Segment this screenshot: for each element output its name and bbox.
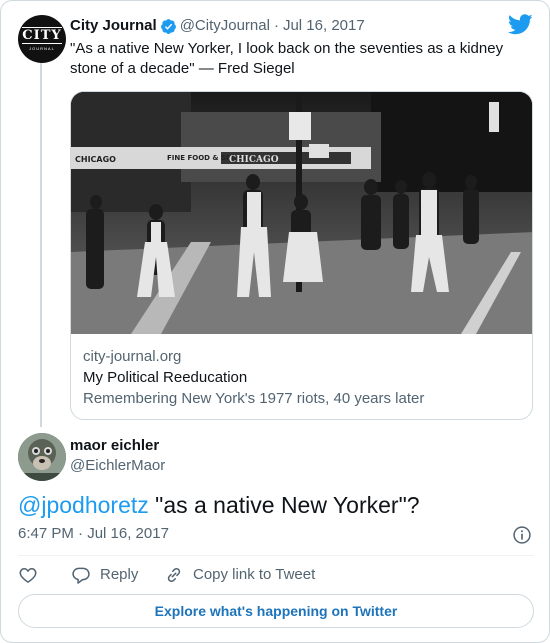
news-photo: CHICAGO FINE FOOD & SPIRITS CHICAGO	[71, 92, 532, 334]
author-handle[interactable]: @EichlerMaor	[70, 456, 165, 476]
tweet-body: "as a native New Yorker"?	[148, 492, 420, 518]
avatar-logo-text: CITY	[22, 27, 62, 44]
reply-button[interactable]: Reply	[71, 565, 164, 585]
mention-link[interactable]: @jpodhoretz	[18, 492, 149, 518]
author-name[interactable]: maor eichler	[70, 436, 159, 456]
parent-author-handle[interactable]: @CityJournal	[180, 16, 270, 36]
tweet-text: @jpodhoretz "as a native New Yorker"?	[18, 491, 420, 519]
actions-divider	[18, 555, 534, 556]
link-icon	[167, 567, 181, 583]
parent-tweet-header: City Journal @CityJournal · Jul 16, 2017	[70, 16, 365, 36]
copy-link-button[interactable]: Copy link to Tweet	[164, 565, 315, 585]
copy-link-label: Copy link to Tweet	[193, 566, 316, 583]
avatar-logo-subtext: JOURNAL	[29, 46, 55, 51]
parent-author-name[interactable]: City Journal	[70, 16, 157, 36]
tweet-embed-card: CITY JOURNAL City Journal @CityJournal ·…	[0, 0, 550, 643]
twitter-bird-icon[interactable]	[508, 14, 533, 35]
reply-label: Reply	[100, 566, 139, 583]
link-description: Remembering New York's 1977 riots, 40 ye…	[83, 390, 425, 407]
link-preview-card[interactable]: CHICAGO FINE FOOD & SPIRITS CHICAGO city…	[70, 91, 533, 420]
author-photo	[18, 433, 66, 481]
explore-button[interactable]: Explore what's happening on Twitter	[18, 594, 534, 628]
tweet-timestamp[interactable]: 6:47 PM · Jul 16, 2017	[18, 524, 169, 544]
link-domain: city-journal.org	[83, 348, 182, 365]
link-card-meta: city-journal.org My Political Reeducatio…	[83, 347, 523, 409]
avatar[interactable]	[18, 433, 66, 481]
parent-tweet-date[interactable]: Jul 16, 2017	[283, 16, 365, 36]
parent-tweet[interactable]: CITY JOURNAL City Journal @CityJournal ·…	[1, 1, 549, 427]
reply-bubble-icon	[72, 567, 90, 584]
thread-connector-line	[40, 61, 42, 427]
photo-sign-center: CHICAGO	[229, 155, 279, 165]
verified-badge-icon	[160, 18, 176, 34]
photo-sign-left: CHICAGO	[75, 155, 116, 164]
parent-tweet-text: "As a native New Yorker, I look back on …	[70, 40, 504, 77]
link-title: My Political Reeducation	[83, 369, 248, 386]
like-button[interactable]	[18, 565, 71, 585]
tweet-actions: Reply Copy link to Tweet	[18, 563, 315, 587]
heart-icon	[19, 568, 37, 583]
info-icon[interactable]	[512, 525, 532, 545]
city-journal-avatar[interactable]: CITY JOURNAL	[18, 15, 66, 63]
separator-dot: ·	[273, 17, 279, 34]
